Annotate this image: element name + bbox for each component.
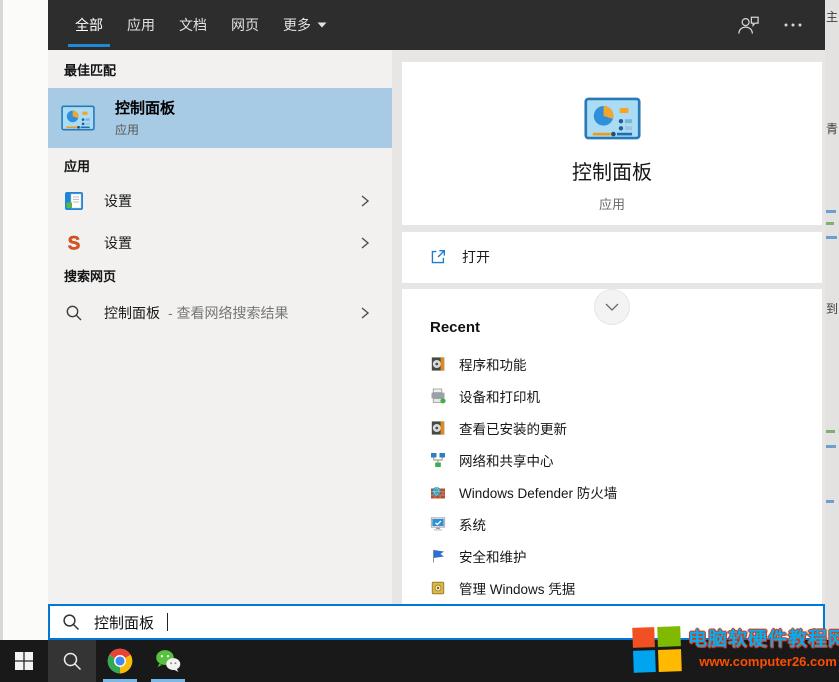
recent-item[interactable]: 程序和功能 — [430, 348, 822, 380]
chevron-right-icon[interactable] — [360, 194, 370, 208]
tab-apps-label: 应用 — [127, 15, 155, 35]
tab-web-label: 网页 — [231, 15, 259, 35]
open-action-row[interactable]: 打开 — [402, 232, 822, 283]
recent-item-label: Windows Defender 防火墙 — [459, 482, 617, 502]
search-flyout: 全部 应用 文档 网页 更多 — [48, 0, 825, 640]
recent-item-label: 安全和维护 — [459, 546, 527, 566]
watermark-site-name: 电脑软硬件教程网 — [688, 624, 839, 651]
recent-item-label: 网络和共享中心 — [459, 450, 554, 470]
web-section-header: 搜索网页 — [64, 268, 392, 286]
app-result-label: 设置 — [104, 191, 132, 211]
recent-item[interactable]: 安全和维护 — [430, 540, 822, 572]
best-match-title: 控制面板 — [115, 99, 175, 118]
filter-tabs: 全部 应用 文档 网页 更多 — [63, 0, 339, 50]
tab-more[interactable]: 更多 — [271, 0, 339, 50]
control-panel-icon — [61, 105, 95, 131]
desktop-left-margin — [0, 0, 48, 640]
recent-header: Recent — [430, 319, 822, 337]
tab-web[interactable]: 网页 — [219, 0, 271, 50]
settings-s-icon: S — [64, 233, 84, 253]
search-results-body: 最佳匹配 — [48, 50, 825, 604]
chevron-down-icon — [317, 22, 327, 28]
tab-all-label: 全部 — [75, 15, 103, 35]
page-fragment: 主 — [826, 8, 838, 25]
recent-list: 程序和功能 设备和打印机 — [430, 348, 822, 604]
open-action-label: 打开 — [462, 247, 490, 267]
apps-section-header: 应用 — [64, 158, 392, 176]
devices-printers-icon — [430, 388, 446, 404]
recent-item[interactable]: Windows Defender 防火墙 — [430, 476, 822, 508]
tab-documents-label: 文档 — [179, 15, 207, 35]
recent-card: Recent 程序和功能 — [402, 289, 822, 604]
watermark-site-url: www.computer26.com — [699, 654, 837, 669]
best-match-item[interactable]: 控制面板 应用 — [48, 88, 392, 148]
best-match-subtitle: 应用 — [115, 121, 175, 138]
chrome-icon — [106, 647, 134, 675]
system-icon — [430, 516, 446, 532]
control-panel-icon-large — [584, 97, 641, 140]
text-caret — [167, 613, 168, 631]
preview-app-subtitle: 应用 — [599, 194, 625, 213]
user-feedback-icon[interactable] — [736, 14, 761, 36]
page-fragment: 到 — [826, 300, 838, 317]
best-match-header: 最佳匹配 — [64, 62, 392, 80]
preview-pane: 控制面板 应用 打开 Recent — [402, 50, 822, 604]
search-icon — [61, 612, 81, 632]
taskbar-wechat-button[interactable] — [144, 640, 192, 682]
credentials-icon — [430, 580, 446, 596]
search-icon — [64, 303, 84, 323]
search-icon — [61, 650, 83, 672]
recent-item-label: 管理 Windows 凭据 — [459, 578, 575, 598]
recent-item-label: 设备和打印机 — [459, 386, 540, 406]
tab-all[interactable]: 全部 — [63, 0, 115, 50]
page-fragment: 青 — [826, 120, 838, 137]
expand-chevron-button[interactable] — [594, 289, 630, 325]
tab-documents[interactable]: 文档 — [167, 0, 219, 50]
start-button[interactable] — [0, 640, 48, 682]
open-external-icon — [429, 248, 447, 266]
taskbar-search-button[interactable] — [48, 640, 96, 682]
web-search-hint: - 查看网络搜索结果 — [168, 303, 289, 323]
background-page-strip: 主 青 到 — [825, 0, 839, 640]
security-flag-icon — [430, 548, 446, 564]
site-watermark: 电脑软硬件教程网 www.computer26.com — [633, 624, 839, 672]
chevron-right-icon[interactable] — [360, 306, 370, 320]
recent-item-label: 查看已安装的更新 — [459, 418, 567, 438]
network-sharing-icon — [430, 452, 446, 468]
recent-item[interactable]: 网络和共享中心 — [430, 444, 822, 476]
recent-item[interactable]: 管理 Windows 凭据 — [430, 572, 822, 604]
app-result-label: 设置 — [104, 233, 132, 253]
search-filter-bar: 全部 应用 文档 网页 更多 — [48, 0, 825, 50]
firewall-icon — [430, 484, 446, 500]
active-tab-underline — [68, 44, 110, 47]
windows-search-screen: 主 青 到 全部 应用 文档 网页 更多 — [0, 0, 839, 682]
settings-doc-icon — [64, 191, 84, 211]
web-search-result[interactable]: 控制面板 - 查看网络搜索结果 — [48, 296, 392, 330]
chevron-right-icon[interactable] — [360, 236, 370, 250]
recent-item-label: 系统 — [459, 514, 486, 534]
wechat-icon — [154, 647, 182, 675]
app-result-settings-2[interactable]: S 设置 — [48, 226, 392, 260]
installed-updates-icon — [430, 420, 446, 436]
preview-app-title: 控制面板 — [572, 161, 652, 185]
ellipsis-icon[interactable] — [783, 22, 803, 28]
colored-windows-flag-icon — [632, 626, 682, 673]
web-search-term: 控制面板 — [104, 303, 160, 323]
app-preview-card: 控制面板 应用 — [402, 62, 822, 225]
tab-apps[interactable]: 应用 — [115, 0, 167, 50]
taskbar-chrome-button[interactable] — [96, 640, 144, 682]
topbar-icons — [736, 14, 803, 36]
recent-item-label: 程序和功能 — [459, 354, 527, 374]
results-list-pane: 最佳匹配 — [48, 50, 392, 604]
search-query-text: 控制面板 — [94, 612, 154, 633]
programs-features-icon — [430, 356, 446, 372]
windows-logo-icon — [15, 652, 33, 670]
tab-more-label: 更多 — [283, 15, 311, 35]
app-result-settings-1[interactable]: 设置 — [48, 184, 392, 218]
svg-text:S: S — [68, 234, 81, 254]
recent-item[interactable]: 查看已安装的更新 — [430, 412, 822, 444]
recent-item[interactable]: 设备和打印机 — [430, 380, 822, 412]
recent-item[interactable]: 系统 — [430, 508, 822, 540]
